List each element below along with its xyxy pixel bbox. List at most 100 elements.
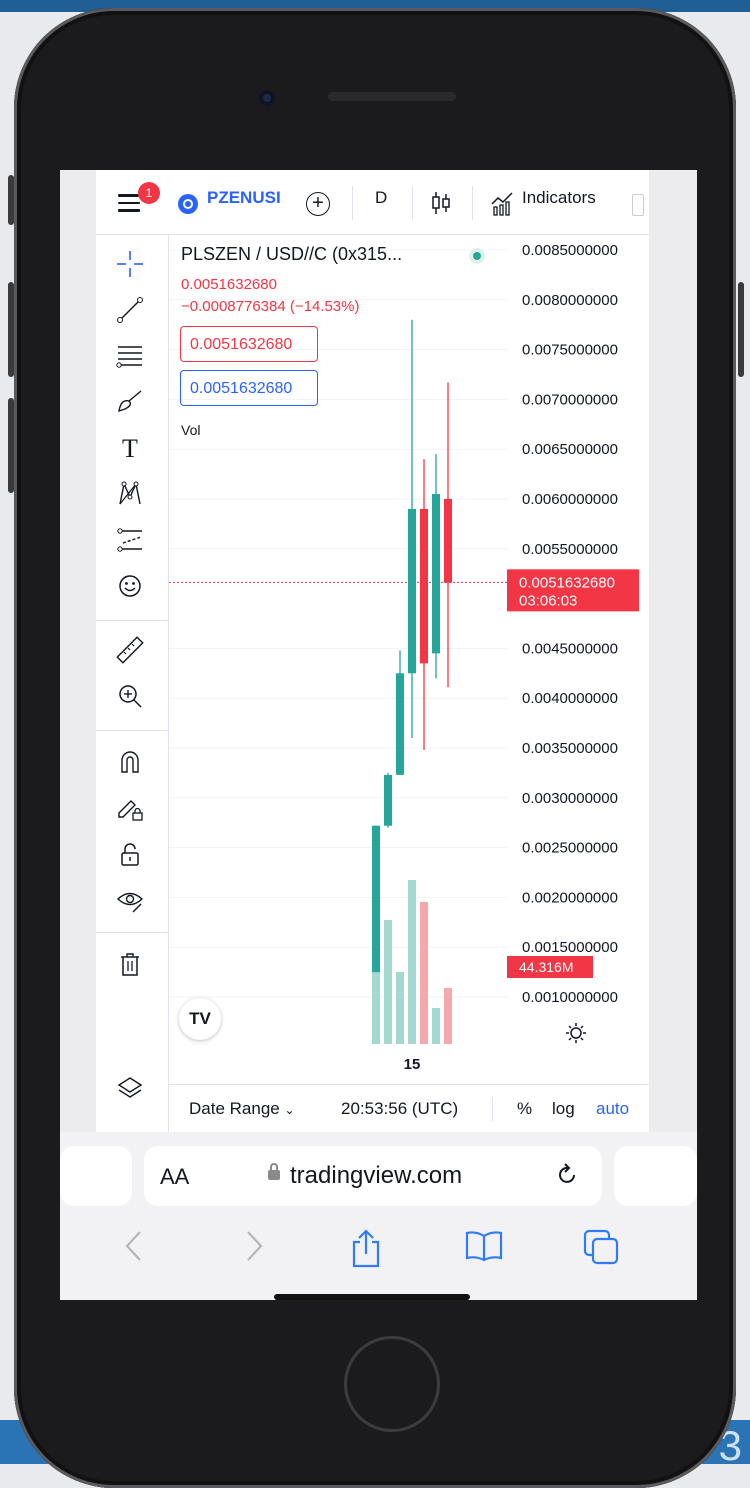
tabs-icon[interactable] [582,1228,620,1271]
reader-aa-button[interactable]: AA [160,1164,189,1190]
symbol-search-button[interactable]: PZENUSI [207,188,281,208]
chart-pane[interactable]: 0.0085000000 0.0080000000 0.0075000000 0.00… [169,234,649,1084]
toolbar-divider [412,186,413,220]
buy-price-button[interactable]: 0.0051632680 [180,370,318,406]
chart-settings-gear-icon[interactable] [565,1022,587,1049]
x-axis-tick-label: 15 [404,1056,421,1073]
y-axis-tick-label: 0.0015000000 [522,939,618,956]
layout-icon[interactable] [632,194,644,216]
earpiece-speaker [328,92,456,101]
candle-style-icon[interactable] [430,190,452,221]
symbol-legend-title[interactable]: PLSZEN / USD//C (0x315... [181,244,402,265]
compare-add-symbol-icon[interactable]: + [306,192,330,216]
back-chevron-icon[interactable] [122,1228,146,1269]
sell-price-button[interactable]: 0.0051632680 [180,326,318,362]
tradingview-logo[interactable]: TV [179,998,221,1040]
magnet-icon[interactable] [110,744,150,780]
trash-icon[interactable] [110,946,150,982]
indicators-icon[interactable] [490,190,516,221]
y-axis-tick-label: 0.0020000000 [522,889,618,906]
fib-retracement-icon[interactable] [110,338,150,374]
y-axis-tick-label: 0.0035000000 [522,740,618,757]
lock-icon [268,1163,280,1180]
toolbar-divider [96,932,168,933]
y-axis-tick-label: 0.0045000000 [522,640,618,657]
zoom-in-icon[interactable] [110,678,150,714]
toolbar-divider [472,186,473,220]
legend-price-change: −0.0008776384 (−14.53%) [181,298,360,315]
pattern-tool-icon[interactable] [110,476,150,512]
date-range-label: Date Range [189,1099,280,1118]
percent-scale-button[interactable]: % [517,1099,532,1119]
volume-bar [408,880,416,1044]
text-tool-icon[interactable]: T [110,430,150,466]
svg-text:T: T [122,434,138,463]
toolbar-divider [96,620,168,621]
emoji-icon[interactable] [110,568,150,604]
brush-icon[interactable] [110,384,150,420]
y-axis-tick-label: 0.0085000000 [522,242,618,259]
chevron-down-icon: ⌄ [284,1103,295,1117]
indicators-button[interactable]: Indicators [522,188,596,208]
auto-scale-button[interactable]: auto [596,1099,629,1119]
log-scale-button[interactable]: log [552,1099,575,1119]
lock-drawings-icon[interactable] [110,790,150,826]
candle-body [432,494,440,654]
y-axis-tick-label: 0.0025000000 [522,840,618,857]
toolbar-divider [352,186,353,220]
hide-drawings-icon[interactable] [110,882,150,918]
trend-line-icon[interactable] [110,292,150,328]
prediction-tool-icon[interactable] [110,522,150,558]
url-text[interactable]: tradingview.com [290,1162,462,1190]
toolbar-divider [96,730,168,731]
screen-left-margin [60,170,96,1300]
safari-browser-bar: AA tradingview.com [60,1132,697,1300]
utc-time-button[interactable]: 20:53:56 (UTC) [341,1099,458,1119]
y-axis-tick-label: 0.0075000000 [522,342,618,359]
y-axis-tick-label: 0.0010000000 [522,989,618,1006]
y-axis-tick-label: 0.0055000000 [522,541,618,558]
chart-top-toolbar: 1 PZENUSI + D Indicators [96,170,649,235]
screen-right-margin [649,170,697,1300]
volume-bar [444,988,452,1044]
forward-chevron-icon[interactable] [242,1228,266,1269]
reload-icon[interactable] [554,1162,580,1193]
unlock-icon[interactable] [110,836,150,872]
market-status-icon[interactable] [469,248,485,264]
phone-screen: 1 PZENUSI + D Indicators T 0.0085000000 … [60,170,697,1300]
candle-body [372,825,380,973]
volume-indicator-label[interactable]: Vol [181,422,200,438]
y-axis-tick-label: 0.0070000000 [522,391,618,408]
object-tree-layers-icon[interactable] [110,1070,150,1106]
date-range-button[interactable]: Date Range ⌄ [189,1099,295,1119]
y-axis-tick-label: 0.0030000000 [522,790,618,807]
previous-tab-preview[interactable] [60,1146,132,1206]
crosshair-icon[interactable] [110,246,150,282]
address-bar[interactable]: AA tradingview.com [144,1146,602,1206]
y-axis-tick-label: 0.0080000000 [522,292,618,309]
mute-switch [8,175,14,225]
next-tab-preview[interactable] [614,1146,697,1206]
home-button[interactable] [344,1336,440,1432]
candle-body [384,774,392,826]
ruler-icon[interactable] [110,632,150,668]
bookmarks-book-icon[interactable] [464,1228,504,1269]
volume-bar [420,902,428,1044]
symbol-logo-icon [178,194,198,214]
front-camera [259,90,275,106]
volume-down-button [8,398,14,493]
candle-body [444,499,452,583]
toolbar-divider [492,1097,493,1121]
volume-bar [372,968,380,1044]
candle-body [420,508,428,664]
menu-icon[interactable] [118,194,140,212]
current-price-tag-label: 0.0051632680 [519,574,615,591]
home-indicator [274,1294,470,1300]
y-axis-tick-label: 0.0040000000 [522,690,618,707]
interval-button[interactable]: D [375,188,387,208]
safari-navigation-row [60,1218,697,1278]
y-axis-tick-label: 0.0065000000 [522,441,618,458]
candle-body [396,673,404,775]
candle-body [408,508,416,674]
share-icon[interactable] [348,1228,384,1273]
